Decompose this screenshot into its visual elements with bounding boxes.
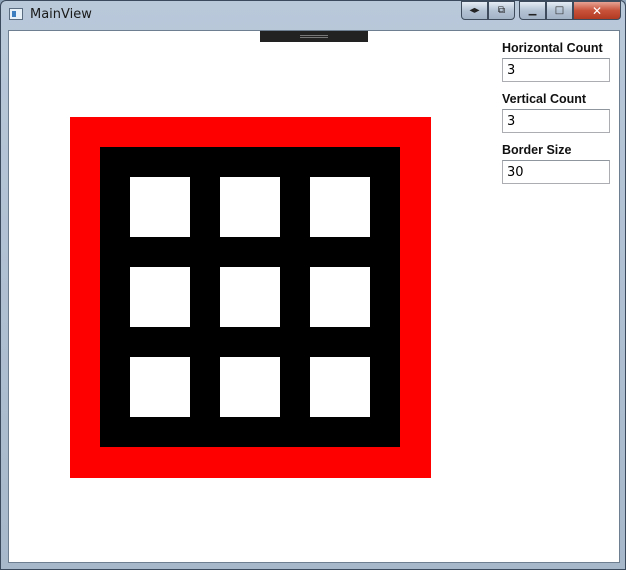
inner-grid bbox=[100, 147, 400, 447]
caption-buttons: ◂▸ ⧉ ▁ □ ✕ bbox=[461, 1, 621, 20]
minimize-icon: ▁ bbox=[528, 5, 537, 16]
settings-panel: Horizontal Count Vertical Count Border S… bbox=[502, 41, 614, 194]
border-size-input[interactable] bbox=[502, 160, 610, 184]
client-area: Horizontal Count Vertical Count Border S… bbox=[8, 30, 620, 563]
close-icon: ✕ bbox=[591, 3, 603, 18]
grid-cell bbox=[220, 177, 280, 237]
minimize-button[interactable]: ▁ bbox=[519, 1, 546, 20]
maximize-icon: □ bbox=[554, 5, 565, 16]
pin-icon[interactable]: ⧉ bbox=[488, 1, 515, 20]
app-window-icon[interactable] bbox=[9, 8, 23, 20]
horizontal-count-input[interactable] bbox=[502, 58, 610, 82]
maximize-button[interactable]: □ bbox=[546, 1, 573, 20]
arrows-left-right-icon[interactable]: ◂▸ bbox=[461, 1, 488, 20]
vertical-count-input[interactable] bbox=[502, 109, 610, 133]
main-window: MainView ◂▸ ⧉ ▁ □ ✕ Horizontal Count Ver… bbox=[0, 0, 626, 570]
grid-cell bbox=[310, 357, 370, 417]
grid-cell bbox=[310, 267, 370, 327]
grid-cell bbox=[310, 177, 370, 237]
grid-preview bbox=[70, 117, 431, 478]
close-button[interactable]: ✕ bbox=[573, 1, 621, 20]
drag-handle[interactable] bbox=[260, 31, 368, 42]
grid-cell bbox=[130, 177, 190, 237]
grid-cell bbox=[130, 357, 190, 417]
title-bar[interactable]: MainView ◂▸ ⧉ ▁ □ ✕ bbox=[1, 1, 625, 29]
grid-cell bbox=[220, 357, 280, 417]
window-title: MainView bbox=[30, 7, 92, 22]
grid-cell bbox=[130, 267, 190, 327]
border-size-label: Border Size bbox=[502, 143, 572, 157]
grid-cell bbox=[220, 267, 280, 327]
horizontal-count-label: Horizontal Count bbox=[502, 41, 603, 55]
vertical-count-label: Vertical Count bbox=[502, 92, 587, 106]
